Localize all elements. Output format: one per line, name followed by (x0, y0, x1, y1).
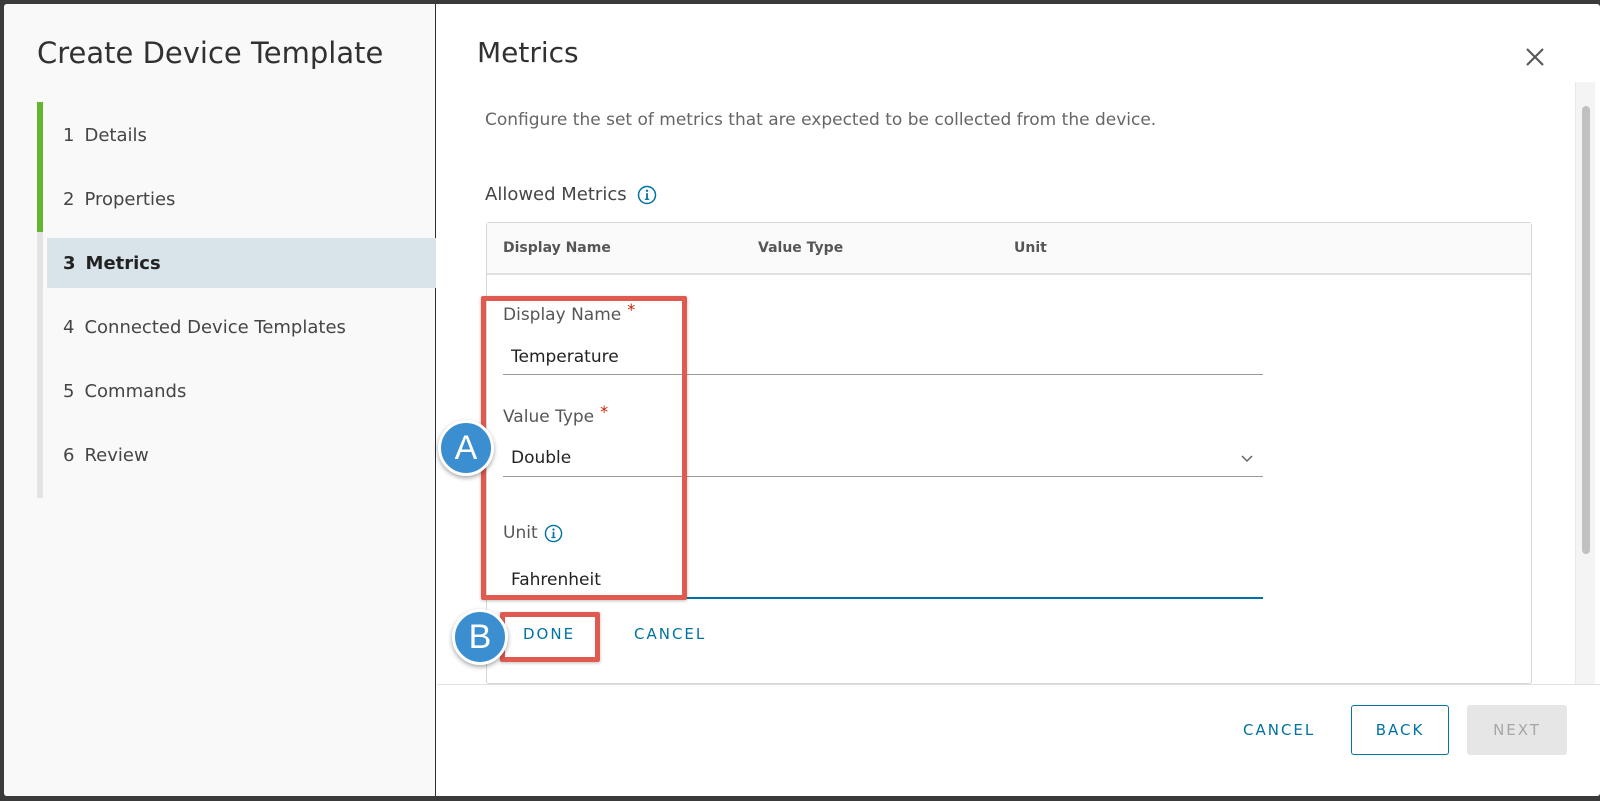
wizard-step-properties[interactable]: 2 Properties (47, 174, 436, 224)
callout-box-b (500, 612, 600, 662)
section-label-text: Allowed Metrics (485, 184, 627, 205)
step-number: 4 (63, 316, 75, 338)
grid-header: Display Name Value Type Unit (487, 223, 1531, 275)
wizard-footer: CANCEL BACK NEXT (437, 684, 1600, 796)
inline-cancel-button[interactable]: CANCEL (634, 625, 706, 643)
close-icon (1526, 48, 1544, 66)
step-label: Commands (84, 380, 187, 402)
info-icon[interactable] (637, 185, 657, 205)
step-number: 1 (63, 124, 75, 146)
column-header-unit[interactable]: Unit (1014, 240, 1047, 256)
callout-box-a (481, 296, 687, 600)
wizard-nav: Create Device Template 1 Details 2 Prope… (4, 4, 436, 796)
wizard-step-connected-device-templates[interactable]: 4 Connected Device Templates (47, 302, 436, 352)
step-label: Metrics (85, 252, 161, 274)
close-button[interactable] (1520, 42, 1550, 72)
chevron-down-icon (1241, 455, 1253, 463)
step-number: 5 (63, 380, 75, 402)
allowed-metrics-label: Allowed Metrics (485, 184, 657, 205)
step-label: Review (84, 444, 149, 466)
page-title: Metrics (477, 36, 579, 69)
annotation-marker-b: B (452, 609, 508, 665)
panel-description: Configure the set of metrics that are ex… (485, 110, 1157, 130)
step-label: Properties (84, 188, 176, 210)
step-label: Details (84, 124, 147, 146)
footer-cancel-button[interactable]: CANCEL (1243, 721, 1315, 739)
wizard-step-review[interactable]: 6 Review (47, 430, 436, 480)
wizard-step-details[interactable]: 1 Details (47, 110, 436, 160)
step-number: 2 (63, 188, 75, 210)
step-number: 3 (63, 252, 76, 274)
wizard-steps: 1 Details 2 Properties 3 Metrics 4 Conne… (37, 102, 436, 498)
step-progress-done (37, 102, 43, 232)
wizard-title: Create Device Template (37, 36, 384, 70)
step-progress-remaining (37, 232, 43, 498)
next-button: NEXT (1467, 705, 1567, 755)
wizard-step-commands[interactable]: 5 Commands (47, 366, 436, 416)
panel-scrollbar[interactable] (1575, 82, 1595, 684)
back-button[interactable]: BACK (1351, 705, 1449, 755)
scrollbar-thumb[interactable] (1582, 106, 1590, 554)
step-label: Connected Device Templates (84, 316, 346, 338)
annotation-marker-a: A (438, 420, 494, 476)
wizard-step-metrics[interactable]: 3 Metrics (47, 238, 436, 288)
column-header-display-name[interactable]: Display Name (503, 240, 611, 256)
column-header-value-type[interactable]: Value Type (758, 240, 843, 256)
create-device-template-modal: Create Device Template 1 Details 2 Prope… (4, 4, 1600, 796)
step-number: 6 (63, 444, 75, 466)
